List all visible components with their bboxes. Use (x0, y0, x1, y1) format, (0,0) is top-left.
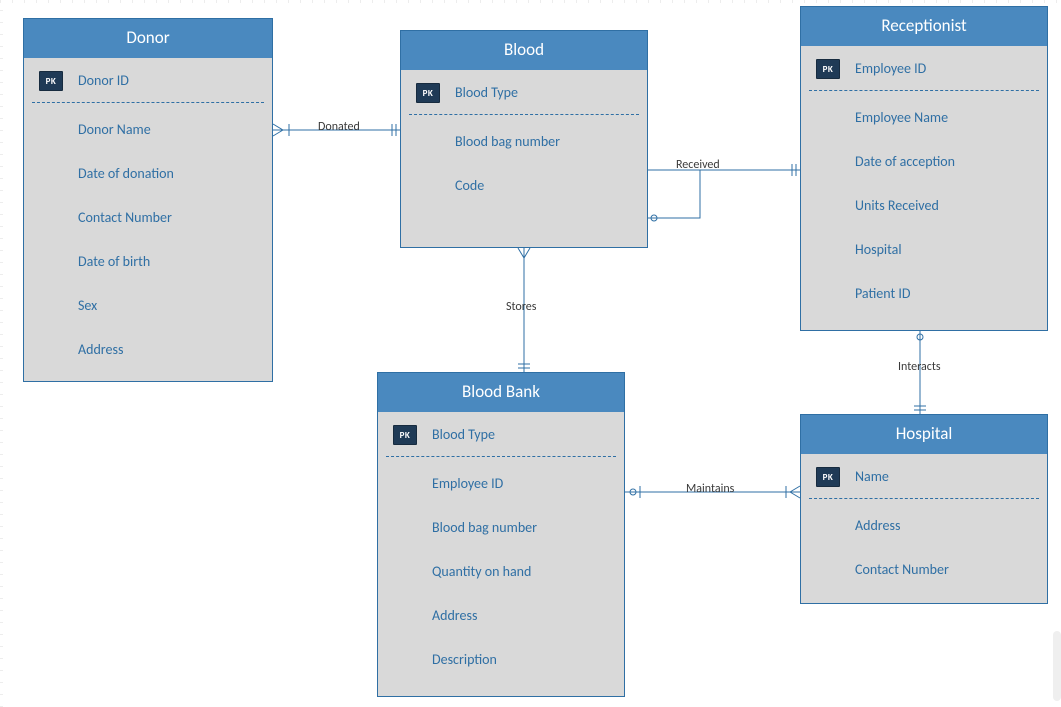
entity-hospital-header: Hospital (801, 415, 1047, 454)
attr-name: Date of donation (78, 165, 182, 182)
attr-row: Patient ID (801, 271, 1047, 315)
attr-row: Contact Number (24, 195, 272, 239)
diagram-canvas: Donated Received Stores Maintains Intera… (0, 0, 1061, 707)
attr-row: Address (378, 593, 624, 637)
entity-donor[interactable]: Donor PK Donor ID Donor Name Date of don… (23, 18, 273, 382)
scrollbar-vertical[interactable] (1053, 631, 1061, 701)
attr-row: Donor Name (24, 107, 272, 151)
attr-name: Contact Number (855, 561, 957, 578)
entity-receptionist-header: Receptionist (801, 7, 1047, 46)
attr-name: Donor ID (78, 72, 137, 89)
attr-name: Patient ID (855, 285, 919, 302)
attr-row: Employee ID (378, 461, 624, 505)
entity-hospital-attrs: PK Name Address Contact Number (801, 454, 1047, 591)
attr-row: Code (401, 163, 647, 207)
attr-name: Blood Type (432, 426, 503, 443)
attr-name: Employee Name (855, 109, 956, 126)
attr-row: Units Received (801, 183, 1047, 227)
attr-name: Date of acception (855, 153, 963, 170)
entity-blood-header: Blood (401, 31, 647, 70)
ruler-left (0, 0, 3, 707)
attr-row: Description (378, 637, 624, 681)
pk-divider (809, 498, 1039, 499)
entity-receptionist-attrs: PK Employee ID Employee Name Date of acc… (801, 46, 1047, 315)
pk-icon: PK (39, 71, 63, 91)
pk-divider (809, 90, 1039, 91)
pk-divider (386, 456, 616, 457)
attr-row: Address (24, 327, 272, 371)
rel-label-maintains: Maintains (686, 482, 734, 496)
attr-row: Blood bag number (378, 505, 624, 549)
attr-name: Employee ID (855, 60, 934, 77)
entity-blood-attrs: PK Blood Type Blood bag number Code (401, 70, 647, 207)
rel-label-received: Received (676, 158, 720, 172)
attr-row: Quantity on hand (378, 549, 624, 593)
attr-row: PK Donor ID (24, 58, 272, 102)
attr-name: Name (855, 468, 897, 485)
attr-row: PK Blood Type (378, 412, 624, 456)
attr-row: PK Name (801, 454, 1047, 498)
pk-divider (409, 114, 639, 115)
rel-label-interacts: Interacts (898, 360, 941, 374)
entity-hospital[interactable]: Hospital PK Name Address Contact Number (800, 414, 1048, 604)
rel-label-donated: Donated (318, 120, 360, 134)
rel-label-stores: Stores (506, 300, 536, 314)
attr-name: Address (432, 607, 485, 624)
attr-row: Blood bag number (401, 119, 647, 163)
attr-name: Hospital (855, 241, 910, 258)
attr-row: Hospital (801, 227, 1047, 271)
attr-name: Blood bag number (432, 519, 545, 536)
attr-name: Contact Number (78, 209, 180, 226)
attr-name: Description (432, 651, 505, 668)
entity-blood[interactable]: Blood PK Blood Type Blood bag number Cod… (400, 30, 648, 248)
attr-name: Employee ID (432, 475, 511, 492)
entity-donor-header: Donor (24, 19, 272, 58)
attr-name: Code (455, 177, 492, 194)
attr-row: Address (801, 503, 1047, 547)
attr-row: PK Blood Type (401, 70, 647, 114)
attr-row: Date of birth (24, 239, 272, 283)
attr-row: Date of donation (24, 151, 272, 195)
attr-name: Sex (78, 297, 105, 314)
attr-name: Date of birth (78, 253, 158, 270)
attr-name: Blood Type (455, 84, 526, 101)
attr-name: Blood bag number (455, 133, 568, 150)
pk-divider (32, 102, 264, 103)
entity-bloodbank-header: Blood Bank (378, 373, 624, 412)
attr-name: Donor Name (78, 121, 159, 138)
attr-row: PK Employee ID (801, 46, 1047, 90)
entity-bloodbank[interactable]: Blood Bank PK Blood Type Employee ID Blo… (377, 372, 625, 697)
attr-row: Date of acception (801, 139, 1047, 183)
pk-icon: PK (816, 59, 840, 79)
attr-name: Units Received (855, 197, 947, 214)
attr-row: Contact Number (801, 547, 1047, 591)
ruler-top (0, 0, 1061, 3)
pk-icon: PK (816, 467, 840, 487)
pk-icon: PK (416, 83, 440, 103)
attr-row: Employee Name (801, 95, 1047, 139)
pk-cell: PK (24, 69, 78, 91)
attr-row: Sex (24, 283, 272, 327)
entity-donor-attrs: PK Donor ID Donor Name Date of donation … (24, 58, 272, 371)
entity-receptionist[interactable]: Receptionist PK Employee ID Employee Nam… (800, 6, 1048, 331)
entity-bloodbank-attrs: PK Blood Type Employee ID Blood bag numb… (378, 412, 624, 681)
pk-icon: PK (393, 425, 417, 445)
attr-name: Address (855, 517, 908, 534)
attr-name: Quantity on hand (432, 563, 539, 580)
attr-name: Address (78, 341, 131, 358)
